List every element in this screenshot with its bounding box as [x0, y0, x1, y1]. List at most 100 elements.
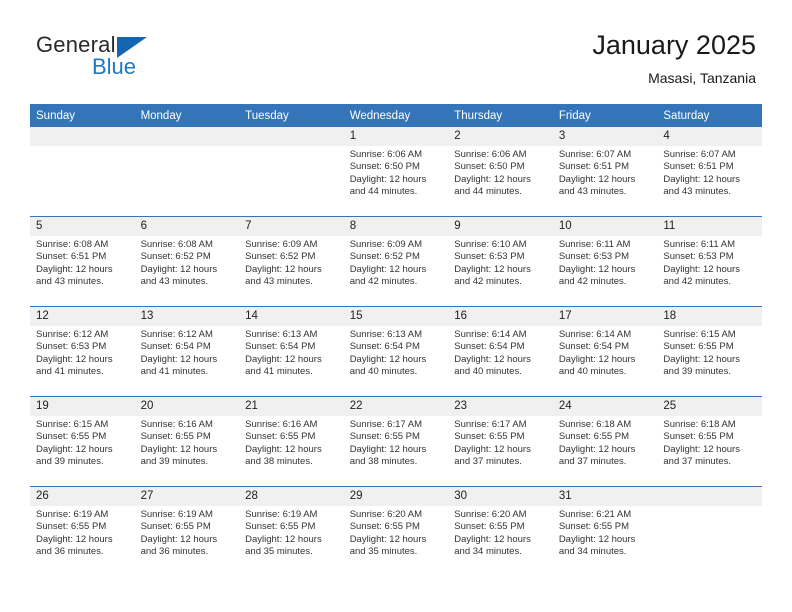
sunset-text: Sunset: 6:51 PM [663, 161, 734, 173]
day-number: 31 [552, 487, 658, 506]
calendar-day-cell[interactable]: 22 Sunrise: 6:17 AM Sunset: 6:55 PM Dayligh… [343, 396, 449, 487]
sunrise-text: Sunrise: 6:17 AM [349, 419, 423, 430]
calendar-day-cell[interactable]: 8 Sunrise: 6:09 AM Sunset: 6:52 PM Daylight… [343, 216, 449, 307]
calendar-day-cell-empty [239, 127, 344, 217]
calendar-day-cell[interactable]: 5 Sunrise: 6:08 AM Sunset: 6:51 PM Daylight… [30, 216, 135, 307]
sunset-text: Sunset: 6:55 PM [663, 431, 734, 443]
calendar-day-cell[interactable]: 16 Sunrise: 6:14 AM Sunset: 6:54 PM Dayligh… [448, 306, 553, 397]
day-number: 17 [552, 307, 658, 326]
page-header: General Blue January 2025 Masasi, Tanzan… [0, 0, 792, 100]
day-sun-info: Sunrise: 6:09 AM Sunset: 6:52 PM Daylight:… [239, 236, 344, 288]
calendar-day-cell[interactable]: 10 Sunrise: 6:11 AM Sunset: 6:53 PM Dayligh… [552, 216, 658, 307]
daylight-text-line1: Daylight: 12 hours [245, 443, 322, 455]
daylight-text-line2: and 42 minutes. [349, 275, 418, 287]
day-number: 9 [448, 217, 553, 236]
calendar-day-cell[interactable]: 17 Sunrise: 6:14 AM Sunset: 6:54 PM Dayligh… [552, 306, 658, 397]
calendar-day-cell[interactable]: 12 Sunrise: 6:12 AM Sunset: 6:53 PM Dayligh… [30, 306, 135, 397]
day-sun-info: Sunrise: 6:10 AM Sunset: 6:53 PM Daylight:… [448, 236, 553, 288]
day-sun-info: Sunrise: 6:14 AM Sunset: 6:54 PM Daylight:… [448, 326, 553, 378]
day-sun-info: Sunrise: 6:12 AM Sunset: 6:54 PM Daylight:… [135, 326, 240, 378]
calendar-day-cell[interactable]: 25 Sunrise: 6:18 AM Sunset: 6:55 PM Dayligh… [657, 396, 762, 487]
sunset-text: Sunset: 6:55 PM [245, 431, 316, 443]
day-sun-info: Sunrise: 6:17 AM Sunset: 6:55 PM Daylight:… [448, 416, 553, 468]
calendar-grid: Sunday Monday Tuesday Wednesday Thursday… [30, 104, 762, 576]
daylight-text-line2: and 41 minutes. [245, 365, 313, 377]
calendar-day-cell[interactable]: 23 Sunrise: 6:17 AM Sunset: 6:55 PM Dayligh… [448, 396, 553, 487]
day-sun-info: Sunrise: 6:13 AM Sunset: 6:54 PM Daylight:… [239, 326, 344, 378]
day-number: 18 [657, 307, 762, 326]
calendar-day-cell[interactable]: 30 Sunrise: 6:20 AM Sunset: 6:55 PM Dayligh… [448, 486, 553, 576]
sunrise-text: Sunrise: 6:08 AM [140, 239, 213, 250]
daylight-text-line1: Daylight: 12 hours [140, 533, 218, 545]
calendar-day-cell[interactable]: 1 Sunrise: 6:06 AM Sunset: 6:50 PM Daylight… [343, 127, 449, 217]
calendar-day-cell[interactable]: 28 Sunrise: 6:19 AM Sunset: 6:55 PM Dayligh… [239, 486, 344, 576]
sunset-text: Sunset: 6:55 PM [36, 521, 107, 533]
sunset-text: Sunset: 6:54 PM [349, 341, 420, 353]
daylight-text-line2: and 44 minutes. [349, 185, 418, 197]
sunset-text: Sunset: 6:54 PM [558, 341, 630, 353]
daylight-text-line1: Daylight: 12 hours [36, 263, 113, 275]
calendar-day-cell[interactable]: 26 Sunrise: 6:19 AM Sunset: 6:55 PM Dayligh… [30, 486, 135, 576]
calendar-day-cell[interactable]: 4 Sunrise: 6:07 AM Sunset: 6:51 PM Daylight… [657, 127, 762, 217]
daylight-text-line1: Daylight: 12 hours [558, 263, 636, 275]
sunrise-text: Sunrise: 6:13 AM [349, 329, 423, 340]
sunrise-text: Sunrise: 6:16 AM [140, 419, 213, 430]
daylight-text-line2: and 37 minutes. [454, 455, 522, 467]
daylight-text-line2: and 42 minutes. [454, 275, 522, 287]
calendar-day-cell[interactable]: 14 Sunrise: 6:13 AM Sunset: 6:54 PM Dayligh… [239, 306, 344, 397]
sunset-text: Sunset: 6:55 PM [349, 431, 420, 443]
daylight-text-line2: and 36 minutes. [140, 545, 209, 557]
day-number [657, 487, 762, 506]
calendar-day-cell[interactable]: 13 Sunrise: 6:12 AM Sunset: 6:54 PM Dayligh… [134, 306, 240, 397]
day-number: 10 [552, 217, 658, 236]
day-number: 14 [239, 307, 344, 326]
sunrise-text: Sunrise: 6:13 AM [245, 329, 318, 340]
calendar-day-cell[interactable]: 31 Sunrise: 6:21 AM Sunset: 6:55 PM Dayligh… [552, 486, 658, 576]
daylight-text-line2: and 40 minutes. [558, 365, 627, 377]
daylight-text-line1: Daylight: 12 hours [454, 353, 531, 365]
day-sun-info: Sunrise: 6:17 AM Sunset: 6:55 PM Daylight:… [344, 416, 449, 468]
calendar-day-cell[interactable]: 19 Sunrise: 6:15 AM Sunset: 6:55 PM Dayligh… [30, 396, 135, 487]
calendar-day-cell[interactable]: 15 Sunrise: 6:13 AM Sunset: 6:54 PM Dayligh… [343, 306, 449, 397]
calendar-day-cell[interactable]: 27 Sunrise: 6:19 AM Sunset: 6:55 PM Dayligh… [134, 486, 240, 576]
calendar-day-cell[interactable]: 11 Sunrise: 6:11 AM Sunset: 6:53 PM Dayligh… [657, 216, 762, 307]
sunset-text: Sunset: 6:52 PM [140, 251, 211, 263]
calendar-day-cell[interactable]: 29 Sunrise: 6:20 AM Sunset: 6:55 PM Dayligh… [343, 486, 449, 576]
daylight-text-line2: and 34 minutes. [558, 545, 627, 557]
sunset-text: Sunset: 6:50 PM [349, 161, 420, 173]
day-number: 23 [448, 397, 553, 416]
daylight-text-line1: Daylight: 12 hours [558, 353, 636, 365]
calendar-day-cell[interactable]: 6 Sunrise: 6:08 AM Sunset: 6:52 PM Daylight… [134, 216, 240, 307]
day-sun-info: Sunrise: 6:19 AM Sunset: 6:55 PM Daylight:… [135, 506, 240, 558]
day-sun-info: Sunrise: 6:19 AM Sunset: 6:55 PM Daylight:… [30, 506, 135, 558]
sunrise-text: Sunrise: 6:15 AM [663, 329, 736, 340]
day-sun-info: Sunrise: 6:08 AM Sunset: 6:51 PM Daylight:… [30, 236, 135, 288]
daylight-text-line1: Daylight: 12 hours [36, 533, 113, 545]
sunrise-text: Sunrise: 6:08 AM [36, 239, 109, 250]
sunset-text: Sunset: 6:52 PM [245, 251, 316, 263]
day-sun-info: Sunrise: 6:14 AM Sunset: 6:54 PM Daylight:… [553, 326, 658, 378]
day-sun-info: Sunrise: 6:15 AM Sunset: 6:55 PM Daylight:… [30, 416, 135, 468]
sunrise-text: Sunrise: 6:19 AM [36, 509, 109, 520]
calendar-day-cell[interactable]: 21 Sunrise: 6:16 AM Sunset: 6:55 PM Dayligh… [239, 396, 344, 487]
daylight-text-line1: Daylight: 12 hours [454, 173, 531, 185]
sunset-text: Sunset: 6:54 PM [245, 341, 316, 353]
weekday-header-tuesday: Tuesday [239, 104, 344, 127]
sunrise-text: Sunrise: 6:18 AM [558, 419, 632, 430]
calendar-day-cell[interactable]: 24 Sunrise: 6:18 AM Sunset: 6:55 PM Dayligh… [552, 396, 658, 487]
calendar-day-cell[interactable]: 2 Sunrise: 6:06 AM Sunset: 6:50 PM Daylight… [448, 127, 553, 217]
sunset-text: Sunset: 6:55 PM [454, 431, 525, 443]
calendar-day-cell[interactable]: 18 Sunrise: 6:15 AM Sunset: 6:55 PM Dayligh… [657, 306, 762, 397]
calendar-day-cell-empty [30, 127, 135, 217]
daylight-text-line1: Daylight: 12 hours [349, 263, 427, 275]
sunrise-text: Sunrise: 6:19 AM [140, 509, 213, 520]
daylight-text-line1: Daylight: 12 hours [245, 263, 322, 275]
daylight-text-line1: Daylight: 12 hours [36, 353, 113, 365]
daylight-text-line2: and 36 minutes. [36, 545, 104, 557]
daylight-text-line2: and 39 minutes. [36, 455, 104, 467]
day-number: 2 [448, 127, 553, 146]
calendar-day-cell[interactable]: 20 Sunrise: 6:16 AM Sunset: 6:55 PM Dayligh… [134, 396, 240, 487]
calendar-day-cell[interactable]: 3 Sunrise: 6:07 AM Sunset: 6:51 PM Daylight… [552, 127, 658, 217]
calendar-day-cell[interactable]: 9 Sunrise: 6:10 AM Sunset: 6:53 PM Daylight… [448, 216, 553, 307]
calendar-day-cell[interactable]: 7 Sunrise: 6:09 AM Sunset: 6:52 PM Daylight… [239, 216, 344, 307]
